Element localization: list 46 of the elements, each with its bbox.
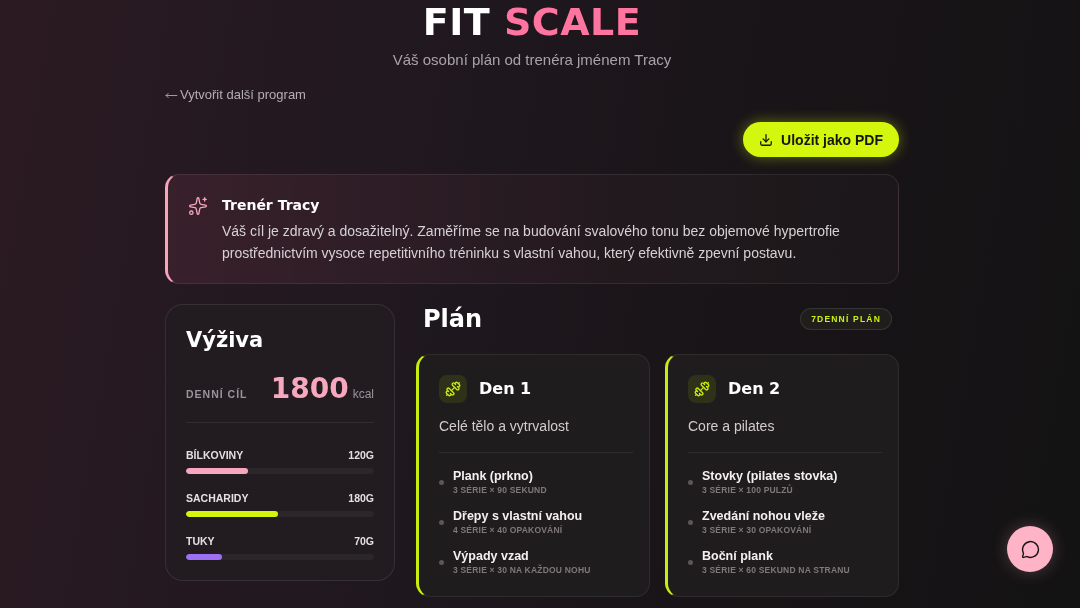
back-link[interactable]: Vytvořit další program xyxy=(165,86,306,104)
save-pdf-button[interactable]: Uložit jako PDF xyxy=(743,122,899,157)
chat-button[interactable] xyxy=(1007,526,1053,572)
exercise-detail: 3 SÉRIE × 90 SEKUND xyxy=(453,484,547,496)
exercise-detail: 3 SÉRIE × 60 SEKUND NA STRANU xyxy=(702,564,850,576)
exercise-name: Stovky (pilates stovka) xyxy=(702,468,838,484)
bullet-icon xyxy=(439,519,444,525)
exercise-name: Výpady vzad xyxy=(453,548,530,564)
exercise-detail: 3 SÉRIE × 100 PULZŮ xyxy=(702,484,794,496)
exercise-detail: 3 SÉRIE × 30 NA KAŽDOU NOHU xyxy=(453,564,591,576)
macro-amount: 120G xyxy=(348,448,374,462)
goal-label: DENNÍ CÍL xyxy=(186,388,248,400)
logo-title: FIT SCALE xyxy=(421,0,643,44)
dumbbell-icon xyxy=(439,375,467,403)
exercise-name: Dřepy s vlastní vahou xyxy=(453,508,583,524)
day-title: Den 2 xyxy=(728,379,781,399)
sparkles-icon xyxy=(188,196,208,216)
download-icon xyxy=(759,132,774,147)
coach-name: Trenér Tracy xyxy=(222,196,321,215)
chat-bubble-icon xyxy=(1020,539,1040,559)
day-focus: Celé tělo a vytrvalost xyxy=(439,417,570,436)
plan-title: Plán xyxy=(423,304,483,334)
day-focus: Core a pilates xyxy=(688,417,776,436)
exercise-name: Zvedání nohou vleže xyxy=(702,508,825,524)
exercise-detail: 4 SÉRIE × 40 OPAKOVÁNÍ xyxy=(453,524,564,536)
bullet-icon xyxy=(688,559,693,565)
bullet-icon xyxy=(439,559,444,565)
page-subtitle: Váš osobní plán od trenéra jménem Tracy xyxy=(391,50,673,70)
bullet-icon xyxy=(439,479,444,485)
goal-value: 1800 xyxy=(270,372,349,406)
goal-unit: kcal xyxy=(352,387,374,401)
exercise-name: Plank (prkno) xyxy=(453,468,534,484)
coach-message: Váš cíl je zdravý a dosažitelný. Zaměříme se na budování svalového tonu bez objemové hypertrofie prostřednictvím vysoce repetitivního tréninku s vlastní vahou, který efektivně zpevní postavu. xyxy=(222,222,841,263)
macro-amount: 180G xyxy=(348,491,374,505)
bullet-icon xyxy=(688,479,693,485)
exercise-detail: 3 SÉRIE × 30 OPAKOVÁNÍ xyxy=(702,524,813,536)
bullet-icon xyxy=(688,519,693,525)
macro-label: TUKY xyxy=(186,534,215,548)
macro-amount: 70G xyxy=(354,534,374,548)
exercise-name: Boční plank xyxy=(702,548,774,564)
macro-label: BÍLKOVINY xyxy=(186,448,244,462)
nutrition-title: Výživa xyxy=(186,327,265,354)
dumbbell-icon xyxy=(688,375,716,403)
day-title: Den 1 xyxy=(479,379,532,399)
plan-badge: 7DENNÍ PLÁN xyxy=(800,308,892,330)
macro-label: SACHARIDY xyxy=(186,491,249,505)
